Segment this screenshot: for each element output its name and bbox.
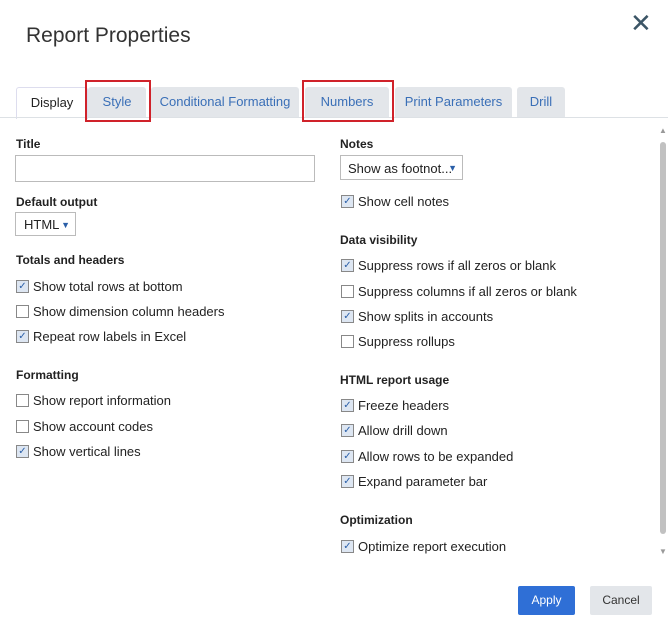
checkbox-expand-parameter-bar[interactable]: ✓ Expand parameter bar xyxy=(341,474,487,489)
checkbox-optimize-report-execution[interactable]: ✓ Optimize report execution xyxy=(341,539,506,554)
checkbox-label: Freeze headers xyxy=(358,398,450,413)
checkmark-icon[interactable]: ✓ xyxy=(16,330,29,343)
data-visibility-label: Data visibility xyxy=(340,233,418,247)
checkbox-show-total-rows-at-bottom[interactable]: ✓ Show total rows at bottom xyxy=(16,279,183,294)
notes-value: Show as footnot... xyxy=(348,161,453,176)
default-output-value: HTML xyxy=(24,217,60,232)
checkmark-icon[interactable]: ✓ xyxy=(341,195,354,208)
checkbox-label: Repeat row labels in Excel xyxy=(33,329,187,344)
checkbox-show-vertical-lines[interactable]: ✓ Show vertical lines xyxy=(16,444,141,459)
chevron-down-icon: ▼ xyxy=(448,163,457,173)
checkmark-icon[interactable]: ✓ xyxy=(341,259,354,272)
checkbox-allow-rows-to-be-expanded[interactable]: ✓ Allow rows to be expanded xyxy=(341,449,513,464)
checkmark-icon[interactable]: ✓ xyxy=(341,450,354,463)
checkbox-label: Suppress rollups xyxy=(358,334,455,349)
title-label: Title xyxy=(16,137,41,151)
checkbox-show-dimension-column-headers[interactable]: Show dimension column headers xyxy=(16,304,225,319)
tab-drill[interactable]: Drill xyxy=(517,87,565,117)
checkbox-suppress-rollups[interactable]: Suppress rollups xyxy=(341,334,455,349)
checkbox-suppress-rows-if-all-zeros-or-blank[interactable]: ✓ Suppress rows if all zeros or blank xyxy=(341,258,556,273)
checkbox-label: Show report information xyxy=(33,393,172,408)
formatting-label: Formatting xyxy=(16,368,79,382)
apply-button[interactable]: Apply xyxy=(518,586,575,615)
checkbox-show-splits-in-accounts[interactable]: ✓ Show splits in accounts xyxy=(341,309,493,324)
close-icon[interactable]: ✕ xyxy=(630,8,652,39)
checkbox-label: Allow rows to be expanded xyxy=(358,449,514,464)
checkbox-empty-icon[interactable] xyxy=(341,335,354,348)
checkbox-empty-icon[interactable] xyxy=(16,305,29,318)
checkbox-empty-icon[interactable] xyxy=(341,285,354,298)
checkbox-label: Optimize report execution xyxy=(358,539,507,554)
highlight-box-numbers xyxy=(302,80,394,122)
checkbox-allow-drill-down[interactable]: ✓ Allow drill down xyxy=(341,423,448,438)
checkbox-empty-icon[interactable] xyxy=(16,394,29,407)
html-usage-label: HTML report usage xyxy=(340,373,450,387)
cancel-button[interactable]: Cancel xyxy=(590,586,652,615)
checkmark-icon[interactable]: ✓ xyxy=(341,540,354,553)
checkmark-icon[interactable]: ✓ xyxy=(341,310,354,323)
default-output-select[interactable]: HTML ▼ xyxy=(15,212,76,236)
checkbox-label: Allow drill down xyxy=(358,423,448,438)
notes-label: Notes xyxy=(340,137,374,151)
dialog-title: Report Properties xyxy=(26,24,191,47)
checkbox-label: Expand parameter bar xyxy=(358,474,488,489)
checkmark-icon[interactable]: ✓ xyxy=(341,399,354,412)
scroll-down-icon[interactable]: ▼ xyxy=(659,547,667,556)
checkmark-icon[interactable]: ✓ xyxy=(16,280,29,293)
checkbox-label: Show cell notes xyxy=(358,194,450,209)
checkbox-label: Show vertical lines xyxy=(33,444,141,459)
checkbox-label: Show account codes xyxy=(33,419,153,434)
totals-headers-label: Totals and headers xyxy=(16,253,125,267)
checkbox-label: Show total rows at bottom xyxy=(33,279,183,294)
optimization-label: Optimization xyxy=(340,513,413,527)
checkbox-show-account-codes[interactable]: Show account codes xyxy=(16,419,153,434)
title-input[interactable] xyxy=(15,155,315,182)
checkbox-label: Suppress rows if all zeros or blank xyxy=(358,258,556,273)
checkbox-repeat-row-labels-in-excel[interactable]: ✓ Repeat row labels in Excel xyxy=(16,329,186,344)
checkbox-empty-icon[interactable] xyxy=(16,420,29,433)
tab-display[interactable]: Display xyxy=(16,87,88,119)
checkmark-icon[interactable]: ✓ xyxy=(16,445,29,458)
checkbox-freeze-headers[interactable]: ✓ Freeze headers xyxy=(341,398,449,413)
checkmark-icon[interactable]: ✓ xyxy=(341,475,354,488)
default-output-label: Default output xyxy=(16,195,98,209)
scrollbar-thumb[interactable] xyxy=(660,142,666,534)
checkbox-label: Show dimension column headers xyxy=(33,304,225,319)
checkmark-icon[interactable]: ✓ xyxy=(341,424,354,437)
scrollbar[interactable]: ▲ ▼ xyxy=(659,126,667,556)
checkbox-show-cell-notes[interactable]: ✓ Show cell notes xyxy=(341,194,449,209)
tab-print-parameters[interactable]: Print Parameters xyxy=(395,87,512,117)
checkbox-label: Show splits in accounts xyxy=(358,309,494,324)
tab-conditional-formatting[interactable]: Conditional Formatting xyxy=(151,87,299,117)
chevron-down-icon: ▼ xyxy=(61,220,70,230)
notes-select[interactable]: Show as footnot... ▼ xyxy=(340,155,463,180)
scroll-up-icon[interactable]: ▲ xyxy=(659,126,667,135)
checkbox-label: Suppress columns if all zeros or blank xyxy=(358,284,577,299)
checkbox-show-report-information[interactable]: Show report information xyxy=(16,393,171,408)
checkbox-suppress-columns-if-all-zeros-or-blank[interactable]: Suppress columns if all zeros or blank xyxy=(341,284,577,299)
highlight-box-style xyxy=(85,80,151,122)
